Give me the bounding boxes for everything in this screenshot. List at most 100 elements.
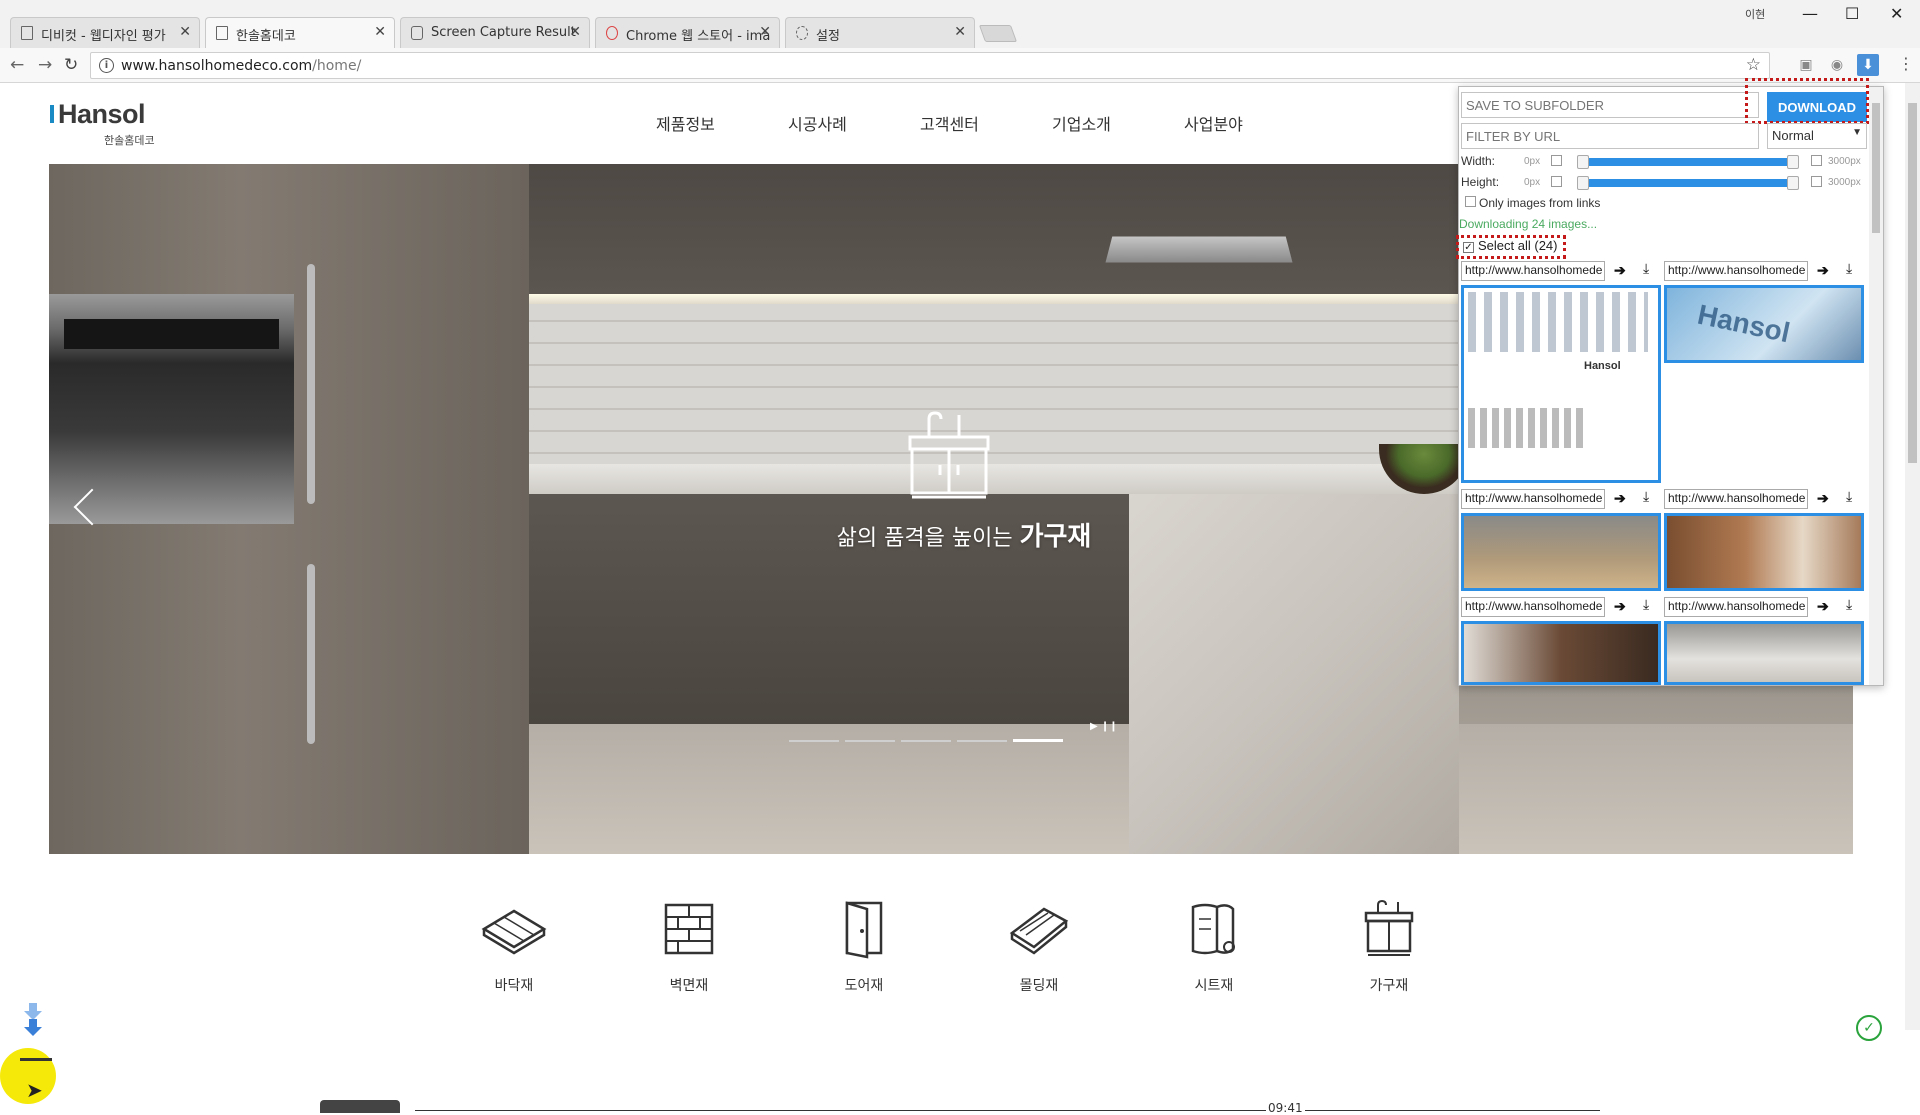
close-icon[interactable]: ✕ <box>954 24 966 40</box>
tab-1[interactable]: 디비컷 - 웹디자인 평가 ✕ <box>10 17 200 48</box>
image-thumbnail[interactable] <box>1664 513 1864 591</box>
image-url-field[interactable]: http://www.hansolhomede <box>1664 597 1808 617</box>
profile-label[interactable]: 이현 <box>1745 6 1765 22</box>
window-close-icon[interactable]: ✕ <box>1890 4 1903 23</box>
open-arrow-icon[interactable]: ➔ <box>1817 490 1829 507</box>
timestamp: 09:41 <box>1266 1101 1305 1115</box>
page-scrollbar[interactable] <box>1905 83 1920 1030</box>
category-molding[interactable]: 몰딩재 <box>989 899 1089 995</box>
height-max-checkbox[interactable] <box>1811 176 1822 187</box>
forward-icon[interactable]: → <box>38 55 52 75</box>
slider-handle[interactable] <box>1787 176 1799 190</box>
category-furniture[interactable]: 가구재 <box>1339 899 1439 995</box>
width-min-checkbox[interactable] <box>1551 155 1562 166</box>
image-thumbnail[interactable] <box>1461 621 1661 685</box>
image-thumbnail[interactable] <box>1664 621 1864 685</box>
only-links-checkbox[interactable] <box>1465 196 1476 207</box>
slide-dot-active[interactable] <box>1013 739 1063 742</box>
popup-scrollbar[interactable] <box>1869 87 1883 685</box>
minimize-icon[interactable]: — <box>1802 4 1818 23</box>
footer-tab[interactable] <box>320 1100 400 1113</box>
nav-company[interactable]: 기업소개 <box>1052 111 1111 135</box>
tab-5[interactable]: 설정 ✕ <box>785 17 975 48</box>
slide-indicators <box>789 727 1069 746</box>
close-icon[interactable]: ✕ <box>374 24 386 40</box>
height-min-checkbox[interactable] <box>1551 176 1562 187</box>
reload-icon[interactable]: ↻ <box>64 55 78 75</box>
slide-dot[interactable] <box>789 740 839 742</box>
popup-scrollbar-thumb[interactable] <box>1872 103 1880 233</box>
download-icon[interactable]: ⤓ <box>1846 488 1852 505</box>
tab-3[interactable]: Screen Capture Result ✕ <box>400 17 590 48</box>
category-wall[interactable]: 벽면재 <box>639 899 739 995</box>
subfolder-input[interactable] <box>1461 92 1759 118</box>
logo[interactable]: Hansol <box>48 99 146 130</box>
bookmark-star-icon[interactable]: ☆ <box>1746 55 1761 75</box>
slider-handle[interactable] <box>1787 155 1799 169</box>
download-icon[interactable]: ⤓ <box>1846 596 1852 613</box>
camera-icon[interactable]: ◉ <box>1826 54 1848 76</box>
image-downloader-icon[interactable]: ⬇ <box>1857 54 1879 76</box>
open-arrow-icon[interactable]: ➔ <box>1614 598 1626 615</box>
scrollbar-thumb[interactable] <box>1908 103 1917 463</box>
quick-download-icon[interactable] <box>24 1003 42 1043</box>
filter-mode-select[interactable]: Normal ▼ <box>1767 123 1867 149</box>
image-thumbnail[interactable] <box>1461 513 1661 591</box>
download-icon[interactable]: ⤓ <box>1846 260 1852 277</box>
maximize-icon[interactable]: ☐ <box>1845 4 1859 23</box>
address-bar[interactable]: i www.hansolhomedeco.com/home/ ☆ <box>90 52 1770 79</box>
slide-dot[interactable] <box>845 740 895 742</box>
browser-toolbar: ← → ↻ i www.hansolhomedeco.com/home/ ☆ ▣… <box>0 48 1920 83</box>
open-arrow-icon[interactable]: ➔ <box>1614 490 1626 507</box>
url-text[interactable]: www.hansolhomedeco.com/home/ <box>121 58 361 74</box>
download-icon[interactable]: ⤓ <box>1643 260 1649 277</box>
slider-handle[interactable] <box>1577 176 1589 190</box>
category-sheet[interactable]: 시트재 <box>1164 899 1264 995</box>
cursor-bar <box>20 1058 52 1061</box>
image-thumbnail[interactable]: Hansol <box>1664 285 1864 363</box>
image-url-field[interactable]: http://www.hansolhomede <box>1461 597 1605 617</box>
filter-url-input[interactable] <box>1461 123 1759 149</box>
close-icon[interactable]: ✕ <box>759 24 771 40</box>
height-slider[interactable] <box>1582 179 1792 187</box>
open-arrow-icon[interactable]: ➔ <box>1614 262 1626 279</box>
play-pause-icon[interactable]: ▶ ❙❙ <box>1090 721 1118 732</box>
wall-icon <box>664 903 714 955</box>
close-icon[interactable]: ✕ <box>569 24 581 40</box>
width-slider[interactable] <box>1582 158 1792 166</box>
download-icon[interactable]: ⤓ <box>1643 596 1649 613</box>
menu-dots-icon[interactable]: ⋮ <box>1898 54 1914 73</box>
download-icon[interactable]: ⤓ <box>1643 488 1649 505</box>
tab-4[interactable]: Chrome 웹 스토어 - ima ✕ <box>595 17 780 48</box>
new-tab-button[interactable] <box>978 25 1018 42</box>
nav-business[interactable]: 사업분야 <box>1184 111 1243 135</box>
tab-title: 한솔홈데코 <box>236 29 296 44</box>
url-host: www.hansolhomedeco.com <box>121 58 313 74</box>
info-icon[interactable]: i <box>99 58 114 73</box>
image-url-field[interactable]: http://www.hansolhomede <box>1461 261 1605 281</box>
slider-handle[interactable] <box>1577 155 1589 169</box>
category-floor[interactable]: 바닥재 <box>464 899 564 995</box>
hero-caption-bold: 가구재 <box>1019 522 1092 552</box>
nav-products[interactable]: 제품정보 <box>656 111 715 135</box>
slide-dot[interactable] <box>957 740 1007 742</box>
back-icon[interactable]: ← <box>10 55 24 75</box>
category-door[interactable]: 도어재 <box>814 899 914 995</box>
width-max-checkbox[interactable] <box>1811 155 1822 166</box>
close-icon[interactable]: ✕ <box>179 24 191 40</box>
open-arrow-icon[interactable]: ➔ <box>1817 598 1829 615</box>
footer-divider <box>415 1110 1600 1111</box>
image-url-field[interactable]: http://www.hansolhomede <box>1664 261 1808 281</box>
nav-support[interactable]: 고객센터 <box>920 111 979 135</box>
image-thumbnail[interactable]: Hansol <box>1461 285 1661 483</box>
image-url-field[interactable]: http://www.hansolhomede <box>1664 489 1808 509</box>
image-downloader-popup: DOWNLOAD Normal▼ Width: 0px 3000px Heigh… <box>1456 78 1884 686</box>
open-arrow-icon[interactable]: ➔ <box>1817 262 1829 279</box>
category-label: 가구재 <box>1369 978 1409 994</box>
image-url-field[interactable]: http://www.hansolhomede <box>1461 489 1605 509</box>
slide-dot[interactable] <box>901 740 951 742</box>
tab-2[interactable]: 한솔홈데코 ✕ <box>205 17 395 48</box>
check-circle-icon[interactable]: ✓ <box>1856 1015 1882 1041</box>
extension-icon[interactable]: ▣ <box>1795 54 1817 76</box>
nav-cases[interactable]: 시공사례 <box>788 111 847 135</box>
